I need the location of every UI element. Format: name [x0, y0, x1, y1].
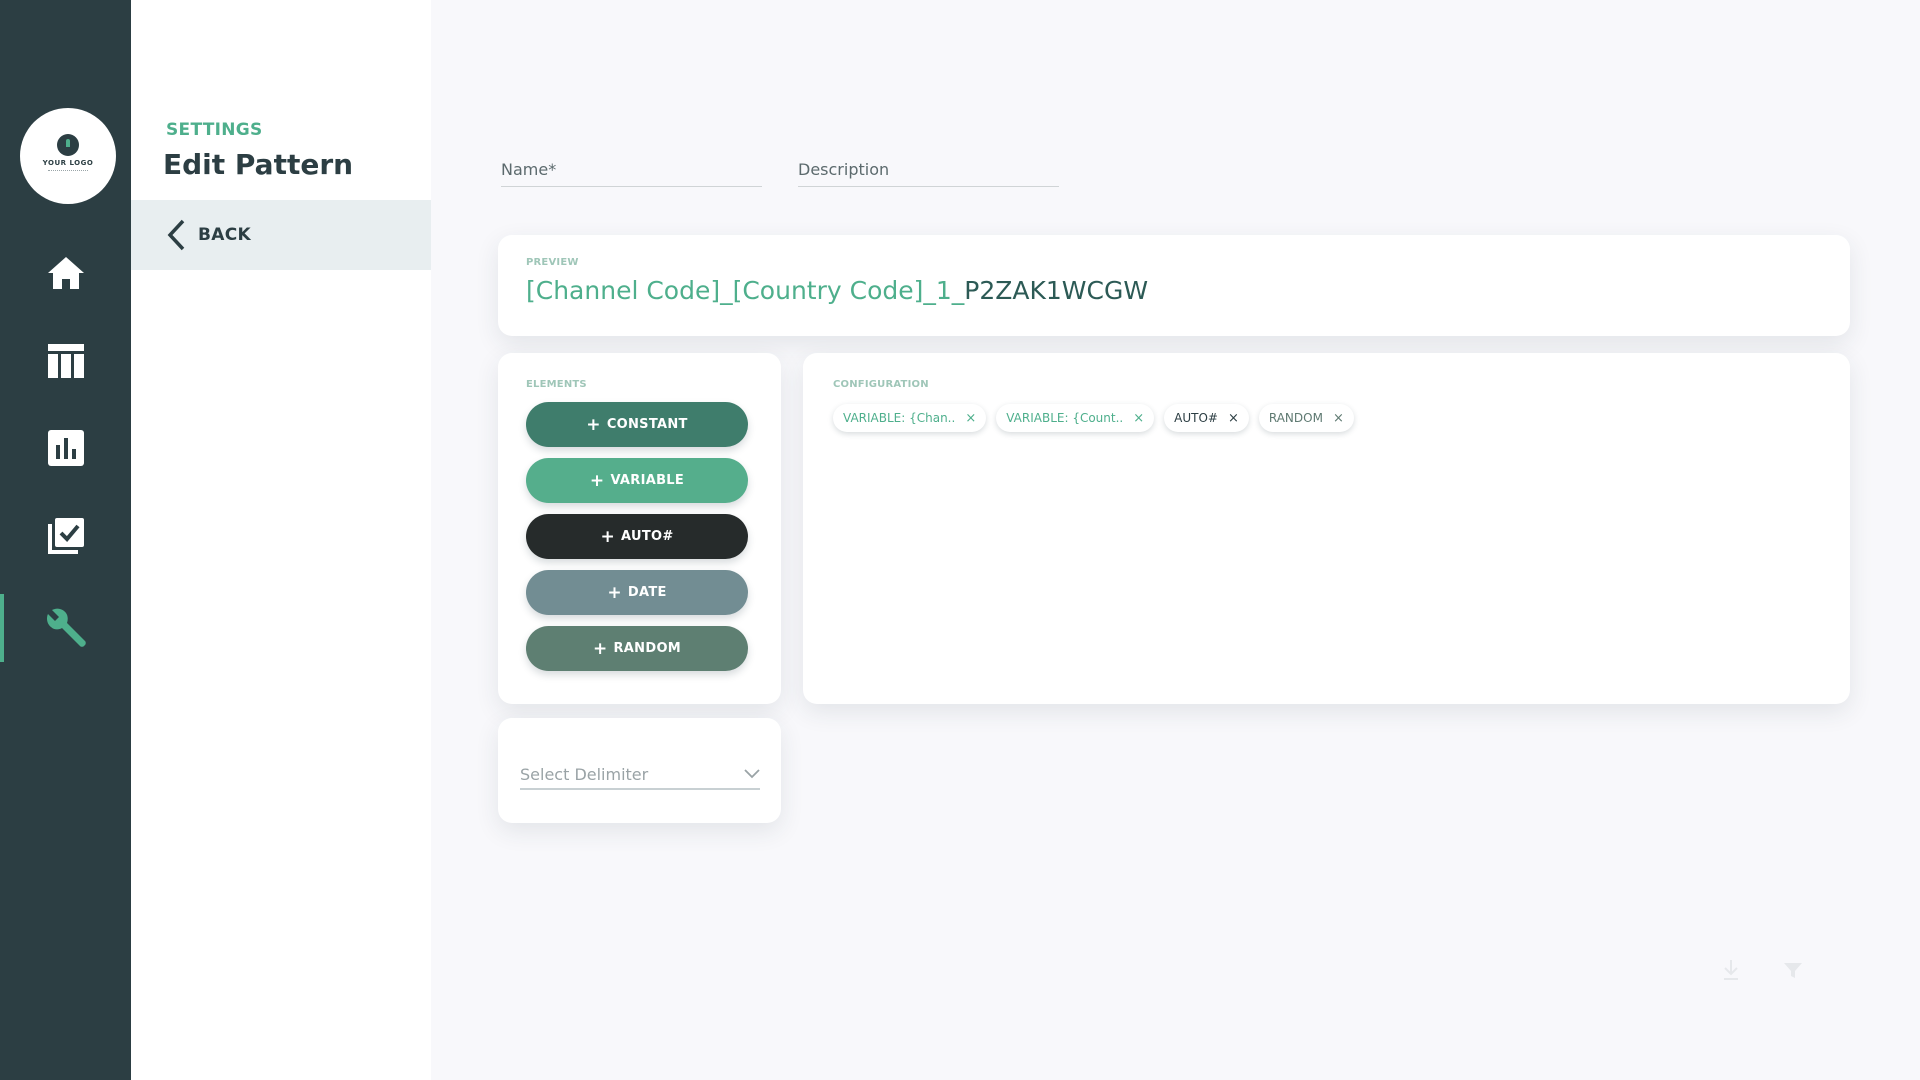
name-input[interactable] [501, 160, 762, 179]
config-chip-label: RANDOM [1268, 411, 1323, 425]
plus-icon: + [589, 470, 605, 491]
checklist-icon [47, 518, 84, 554]
back-label: BACK [198, 225, 251, 245]
nav-item-table[interactable] [0, 327, 131, 395]
config-chip[interactable]: VARIABLE: {Count.. × [996, 404, 1155, 432]
config-chip-label: AUTO# [1174, 411, 1218, 425]
logo-tagline [48, 170, 88, 172]
filter-icon[interactable] [1783, 962, 1803, 980]
download-icon[interactable] [1722, 959, 1740, 981]
elements-label: ELEMENTS [526, 379, 587, 390]
nav-item-home[interactable] [0, 239, 131, 307]
config-chip[interactable]: VARIABLE: {Chan.. × [833, 404, 987, 432]
back-button[interactable]: BACK [131, 200, 431, 270]
logo[interactable]: YOUR LOGO [20, 108, 116, 204]
nav-item-reports[interactable] [0, 414, 131, 482]
add-date-label: DATE [627, 585, 667, 600]
configuration-card: CONFIGURATION VARIABLE: {Chan.. × VARIAB… [803, 353, 1850, 704]
add-variable-button[interactable]: + VARIABLE [526, 458, 748, 503]
chevron-down-icon [744, 769, 760, 779]
page-title: Edit Pattern [163, 148, 354, 181]
plus-icon: + [586, 414, 601, 435]
preview-card: PREVIEW [Channel Code]_[Country Code]_1_… [498, 235, 1850, 336]
nav-item-settings[interactable] [0, 594, 131, 662]
close-icon[interactable]: × [1133, 411, 1144, 426]
plus-icon: + [600, 526, 615, 547]
preview-random-part: P2ZAK1WCGW [964, 276, 1149, 305]
name-field [501, 160, 762, 187]
close-icon[interactable]: × [1333, 411, 1344, 426]
wrench-icon [46, 608, 86, 647]
add-constant-label: CONSTANT [606, 417, 688, 432]
config-chip[interactable]: RANDOM × [1258, 404, 1354, 432]
close-icon[interactable]: × [1228, 411, 1239, 426]
bar-chart-icon [47, 430, 84, 466]
settings-panel: SETTINGS Edit Pattern BACK [131, 0, 431, 1080]
elements-card: ELEMENTS + CONSTANT + VARIABLE + AUTO# +… [498, 353, 781, 704]
preview-label: PREVIEW [526, 257, 579, 268]
configuration-label: CONFIGURATION [833, 379, 929, 390]
table-icon [47, 344, 84, 378]
description-input[interactable] [798, 160, 1059, 179]
chevron-left-icon [167, 219, 185, 251]
description-field [798, 160, 1059, 187]
delimiter-select[interactable]: Select Delimiter [520, 760, 760, 790]
close-icon[interactable]: × [965, 411, 976, 426]
home-icon [47, 257, 84, 289]
nav-item-checklist[interactable] [0, 502, 131, 570]
sidebar-rail: YOUR LOGO [0, 0, 131, 1080]
delimiter-card: Select Delimiter [498, 718, 781, 823]
add-random-button[interactable]: + RANDOM [526, 626, 748, 671]
configuration-chips: VARIABLE: {Chan.. × VARIABLE: {Count.. ×… [833, 404, 1820, 432]
logo-text: YOUR LOGO [42, 159, 94, 167]
add-auto-number-button[interactable]: + AUTO# [526, 514, 748, 559]
add-auto-number-label: AUTO# [621, 529, 674, 544]
preview-variable-part: [Channel Code]_[Country Code]_1_ [526, 276, 965, 305]
delimiter-placeholder: Select Delimiter [520, 764, 649, 784]
logo-mark-icon [57, 134, 79, 156]
add-date-button[interactable]: + DATE [526, 570, 748, 615]
add-constant-button[interactable]: + CONSTANT [526, 402, 748, 447]
preview-value: [Channel Code]_[Country Code]_1_P2ZAK1WC… [526, 276, 1822, 305]
add-random-label: RANDOM [613, 641, 682, 656]
config-chip-label: VARIABLE: {Count.. [1006, 411, 1124, 425]
section-label: SETTINGS [166, 120, 263, 140]
config-chip[interactable]: AUTO# × [1164, 404, 1249, 432]
config-chip-label: VARIABLE: {Chan.. [843, 411, 956, 425]
add-variable-label: VARIABLE [610, 473, 685, 488]
plus-icon: + [592, 638, 608, 659]
plus-icon: + [607, 582, 622, 603]
